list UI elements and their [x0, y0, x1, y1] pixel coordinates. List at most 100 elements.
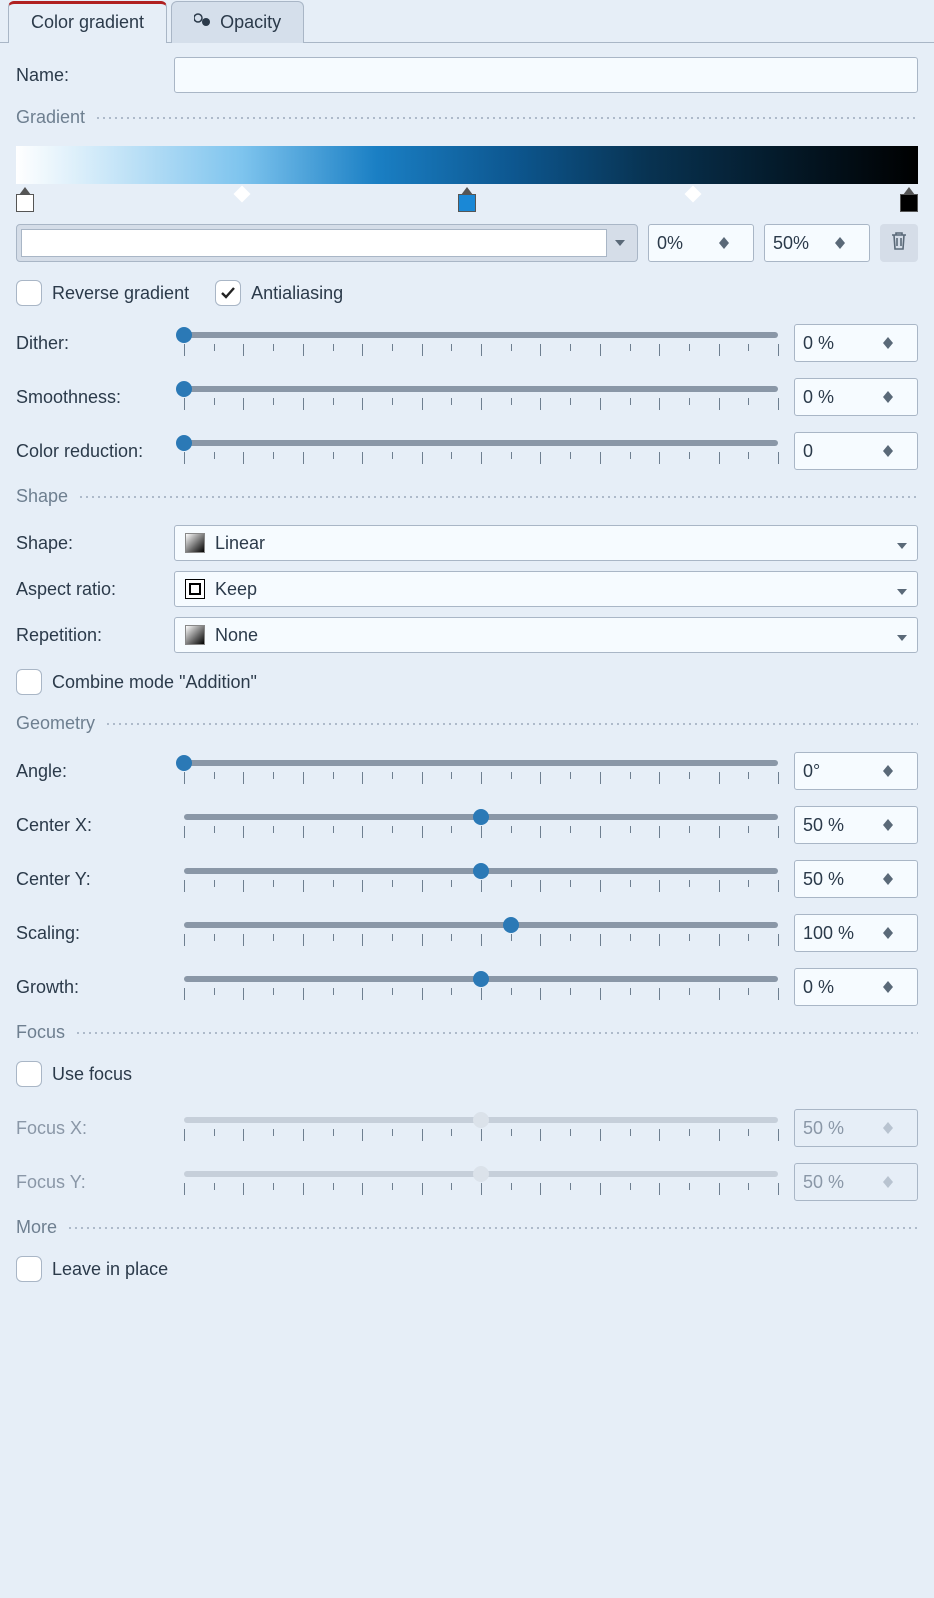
name-label: Name: — [16, 65, 174, 86]
checkbox-box — [215, 280, 241, 306]
scaling-spinner[interactable] — [794, 914, 918, 952]
spinner-arrows[interactable] — [883, 915, 905, 951]
divider — [78, 496, 918, 498]
aspect-icon — [185, 579, 205, 599]
color-swatch — [21, 229, 607, 257]
spinner-arrows — [883, 1110, 905, 1146]
dither-input[interactable] — [795, 325, 883, 361]
scaling-label: Scaling: — [16, 923, 184, 944]
divider — [67, 1227, 918, 1229]
angle-spinner[interactable] — [794, 752, 918, 790]
focus_x-input — [795, 1110, 883, 1146]
repetition-label: Repetition: — [16, 625, 174, 646]
dither-spinner[interactable] — [794, 324, 918, 362]
tabs: Color gradient Opacity — [0, 0, 934, 43]
opacity-icon — [194, 12, 214, 33]
shape-label: Shape: — [16, 533, 174, 554]
combine-mode-checkbox[interactable]: Combine mode "Addition" — [16, 669, 918, 695]
delete-button[interactable] — [880, 224, 918, 262]
center_y-spinner[interactable] — [794, 860, 918, 898]
gradient-midpoint[interactable] — [684, 186, 701, 203]
leave-in-place-checkbox[interactable]: Leave in place — [16, 1256, 918, 1282]
position-spinner[interactable] — [648, 224, 754, 262]
growth-label: Growth: — [16, 977, 184, 998]
position-input[interactable] — [649, 225, 719, 261]
spinner-arrows[interactable] — [883, 861, 905, 897]
section-shape: Shape — [16, 486, 68, 507]
checkbox-box — [16, 1256, 42, 1282]
center_x-input[interactable] — [795, 807, 883, 843]
spinner-arrows[interactable] — [883, 753, 905, 789]
spinner-arrows[interactable] — [835, 225, 857, 261]
tab-label: Color gradient — [31, 12, 144, 33]
focus_y-spinner — [794, 1163, 918, 1201]
smoothness-input[interactable] — [795, 379, 883, 415]
angle-input[interactable] — [795, 753, 883, 789]
reverse-gradient-checkbox[interactable]: Reverse gradient — [16, 280, 189, 306]
antialiasing-checkbox[interactable]: Antialiasing — [215, 280, 343, 306]
name-input[interactable] — [174, 57, 918, 93]
smoothness-spinner[interactable] — [794, 378, 918, 416]
smoothness-slider[interactable] — [184, 380, 778, 414]
center_y-label: Center Y: — [16, 869, 184, 890]
smoothness-label: Smoothness: — [16, 387, 184, 408]
color_reduction-input[interactable] — [795, 433, 883, 469]
color_reduction-slider[interactable] — [184, 434, 778, 468]
growth-slider[interactable] — [184, 970, 778, 1004]
spinner-arrows[interactable] — [719, 225, 741, 261]
center_x-slider[interactable] — [184, 808, 778, 842]
gradient-stops[interactable] — [16, 186, 918, 212]
section-more: More — [16, 1217, 57, 1238]
tab-color-gradient[interactable]: Color gradient — [8, 1, 167, 43]
spinner-arrows[interactable] — [883, 379, 905, 415]
gradient-midpoint[interactable] — [233, 186, 250, 203]
center_y-input[interactable] — [795, 861, 883, 897]
repetition-select[interactable]: None — [174, 617, 918, 653]
checkbox-box — [16, 669, 42, 695]
scaling-slider[interactable] — [184, 916, 778, 950]
offset-spinner[interactable] — [764, 224, 870, 262]
gradient-stop[interactable] — [900, 194, 918, 212]
focus_x-spinner — [794, 1109, 918, 1147]
section-focus: Focus — [16, 1022, 65, 1043]
spinner-arrows — [883, 1164, 905, 1200]
spinner-arrows[interactable] — [883, 433, 905, 469]
aspect-select[interactable]: Keep — [174, 571, 918, 607]
gradient-stop[interactable] — [458, 194, 476, 212]
select-value: Linear — [215, 533, 265, 554]
dither-label: Dither: — [16, 333, 184, 354]
offset-input[interactable] — [765, 225, 835, 261]
linear-icon — [185, 533, 205, 553]
growth-spinner[interactable] — [794, 968, 918, 1006]
focus_y-label: Focus Y: — [16, 1172, 184, 1193]
checkmark-icon — [219, 284, 237, 302]
dither-slider[interactable] — [184, 326, 778, 360]
growth-input[interactable] — [795, 969, 883, 1005]
section-geometry: Geometry — [16, 713, 95, 734]
checkbox-box — [16, 1061, 42, 1087]
focus_x-slider — [184, 1111, 778, 1145]
color_reduction-spinner[interactable] — [794, 432, 918, 470]
divider — [95, 117, 918, 119]
shape-select[interactable]: Linear — [174, 525, 918, 561]
divider — [75, 1032, 918, 1034]
color_reduction-label: Color reduction: — [16, 441, 184, 462]
spinner-arrows[interactable] — [883, 807, 905, 843]
checkbox-label: Antialiasing — [251, 283, 343, 304]
aspect-label: Aspect ratio: — [16, 579, 174, 600]
chevron-down-icon — [897, 533, 907, 554]
chevron-down-icon[interactable] — [607, 240, 633, 246]
center_y-slider[interactable] — [184, 862, 778, 896]
spinner-arrows[interactable] — [883, 969, 905, 1005]
gradient-preview[interactable] — [16, 146, 918, 184]
use-focus-checkbox[interactable]: Use focus — [16, 1061, 918, 1087]
gradient-stop[interactable] — [16, 194, 34, 212]
select-value: None — [215, 625, 258, 646]
angle-slider[interactable] — [184, 754, 778, 788]
spinner-arrows[interactable] — [883, 325, 905, 361]
section-gradient: Gradient — [16, 107, 85, 128]
center_x-spinner[interactable] — [794, 806, 918, 844]
tab-opacity[interactable]: Opacity — [171, 1, 304, 43]
scaling-input[interactable] — [795, 915, 883, 951]
color-picker[interactable] — [16, 224, 638, 262]
